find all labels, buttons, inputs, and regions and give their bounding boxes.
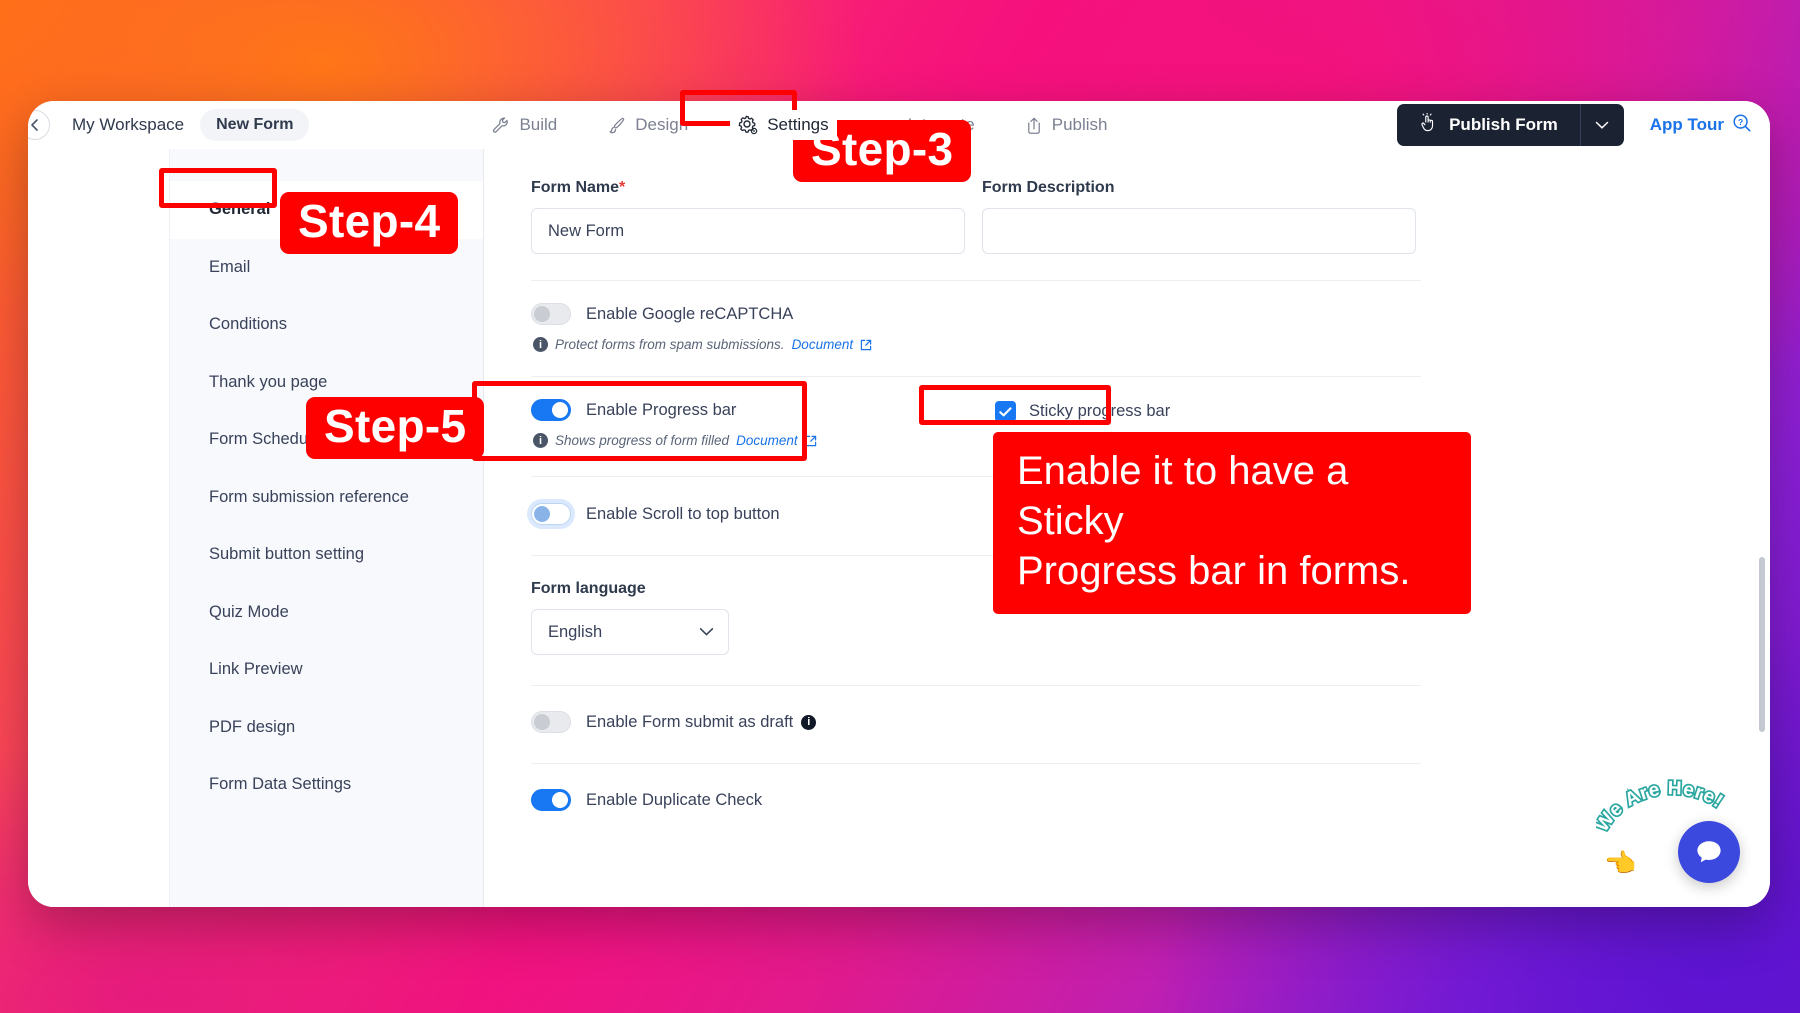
progress-bar-help-text: Shows progress of form filled <box>555 433 730 448</box>
sticky-progress-bar-label: Sticky progress bar <box>1029 402 1171 420</box>
app-tour-button[interactable]: App Tour ? <box>1650 113 1752 138</box>
tab-publish-label: Publish <box>1051 115 1108 134</box>
chat-bubble-icon <box>1697 841 1721 863</box>
sidebar-item-link-preview[interactable]: Link Preview <box>170 641 483 699</box>
sidebar-item-submit-button-setting[interactable]: Submit button setting <box>170 526 483 584</box>
recaptcha-setting: Enable Google reCAPTCHA i Protect forms … <box>531 281 1421 352</box>
annotation-callout-sticky-progress: Enable it to have a Sticky Progress bar … <box>993 432 1471 614</box>
sticky-progress-bar-checkbox[interactable] <box>995 401 1016 422</box>
tab-design[interactable]: Design <box>599 110 696 140</box>
recaptcha-toggle[interactable] <box>531 303 571 325</box>
check-icon <box>999 406 1012 416</box>
help-search-icon: ? <box>1732 113 1752 138</box>
tab-build-label: Build <box>519 115 558 134</box>
progress-bar-toggle-row[interactable]: Enable Progress bar <box>531 399 965 421</box>
sidebar-item-pdf-design[interactable]: PDF design <box>170 699 483 757</box>
workspace-name[interactable]: My Workspace <box>72 115 184 135</box>
sticky-progress-bar-row[interactable]: Sticky progress bar <box>995 399 1170 422</box>
annotation-label-step-5: Step-5 <box>306 397 485 459</box>
submit-as-draft-toggle-row[interactable]: Enable Form submit as draft i <box>531 711 1421 733</box>
duplicate-check-label: Enable Duplicate Check <box>586 790 763 809</box>
recaptcha-toggle-row[interactable]: Enable Google reCAPTCHA <box>531 303 1421 325</box>
settings-sidebar: General Email Conditions Thank you page … <box>169 149 484 907</box>
progress-bar-label: Enable Progress bar <box>586 400 737 419</box>
chevron-down-icon <box>1595 121 1609 129</box>
publish-form-button[interactable]: Publish Form <box>1397 104 1580 146</box>
page-scrollbar-thumb[interactable] <box>1759 557 1765 732</box>
info-icon[interactable]: i <box>801 714 817 730</box>
annotation-label-step-4: Step-4 <box>280 192 459 254</box>
submit-as-draft-label: Enable Form submit as draft i <box>586 713 817 732</box>
form-name-field-group: Form Name* <box>531 179 965 254</box>
submit-as-draft-setting: Enable Form submit as draft i <box>531 686 1421 733</box>
publish-form-label: Publish Form <box>1449 115 1558 134</box>
scroll-to-top-label: Enable Scroll to top button <box>586 504 780 523</box>
sidebar-item-form-data-settings[interactable]: Form Data Settings <box>170 756 483 814</box>
form-description-label: Form Description <box>982 179 1115 196</box>
sidebar-item-conditions[interactable]: Conditions <box>170 296 483 354</box>
pointing-hand-icon: 👈 <box>1604 848 1637 878</box>
back-button[interactable] <box>28 110 50 140</box>
name-description-row: Form Name* Form Description <box>531 179 1421 254</box>
upload-icon <box>1025 116 1043 135</box>
form-name-input[interactable] <box>531 208 965 254</box>
tab-build[interactable]: Build <box>483 110 565 140</box>
publish-form-group: Publish Form <box>1397 104 1624 146</box>
left-gutter <box>28 149 169 907</box>
nav-tabs: Build Design Settings Publish <box>483 110 1115 140</box>
publish-dropdown-toggle[interactable] <box>1579 104 1624 146</box>
page-scrollbar-track[interactable] <box>1759 197 1768 907</box>
scroll-to-top-toggle[interactable] <box>531 503 571 525</box>
gear-icon <box>738 115 758 135</box>
topbar-actions: Publish Form App Tour ? <box>1397 104 1770 146</box>
tab-design-label: Design <box>635 115 689 134</box>
duplicate-check-toggle-row[interactable]: Enable Duplicate Check <box>531 789 1421 811</box>
back-arrow-icon <box>31 119 38 131</box>
submit-as-draft-toggle[interactable] <box>531 711 571 733</box>
annotation-callout-line-1: Enable it to have a Sticky <box>1017 449 1349 543</box>
recaptcha-help-row: i Protect forms from spam submissions. D… <box>531 337 1421 352</box>
chat-widget[interactable]: We Are Here! 👈 <box>1596 777 1748 889</box>
info-icon: i <box>533 337 548 352</box>
form-description-input[interactable] <box>982 208 1416 254</box>
duplicate-check-setting: Enable Duplicate Check <box>531 764 1421 811</box>
progress-bar-document-link[interactable]: Document <box>736 433 798 448</box>
tab-settings-label: Settings <box>767 115 829 134</box>
form-language-value: English <box>548 622 603 641</box>
sidebar-item-quiz-mode[interactable]: Quiz Mode <box>170 584 483 642</box>
chevron-down-icon <box>699 623 714 642</box>
tab-publish[interactable]: Publish <box>1017 110 1116 140</box>
content-area: General Email Conditions Thank you page … <box>28 149 1770 907</box>
progress-bar-toggle[interactable] <box>531 399 571 421</box>
app-tour-label: App Tour <box>1649 115 1724 134</box>
recaptcha-label: Enable Google reCAPTCHA <box>586 304 794 323</box>
annotation-callout-line-2: Progress bar in forms. <box>1017 549 1411 593</box>
required-asterisk: * <box>619 179 626 196</box>
external-link-icon <box>805 435 817 447</box>
tab-settings[interactable]: Settings <box>730 110 837 140</box>
wrench-icon <box>491 116 510 135</box>
sidebar-item-form-submission-reference[interactable]: Form submission reference <box>170 469 483 527</box>
svg-text:?: ? <box>1738 116 1743 126</box>
recaptcha-document-link[interactable]: Document <box>792 337 854 352</box>
chat-bubble-button[interactable] <box>1678 821 1740 883</box>
external-link-icon <box>860 339 872 351</box>
recaptcha-help-text: Protect forms from spam submissions. <box>555 337 785 352</box>
paintbrush-icon <box>607 116 626 135</box>
click-hand-icon <box>1419 112 1438 138</box>
duplicate-check-toggle[interactable] <box>531 789 571 811</box>
progress-bar-help-row: i Shows progress of form filled Document <box>531 433 965 448</box>
info-icon: i <box>533 433 548 448</box>
form-description-field-group: Form Description <box>982 179 1416 254</box>
form-name-chip[interactable]: New Form <box>200 109 310 141</box>
form-language-select[interactable]: English <box>531 609 729 655</box>
